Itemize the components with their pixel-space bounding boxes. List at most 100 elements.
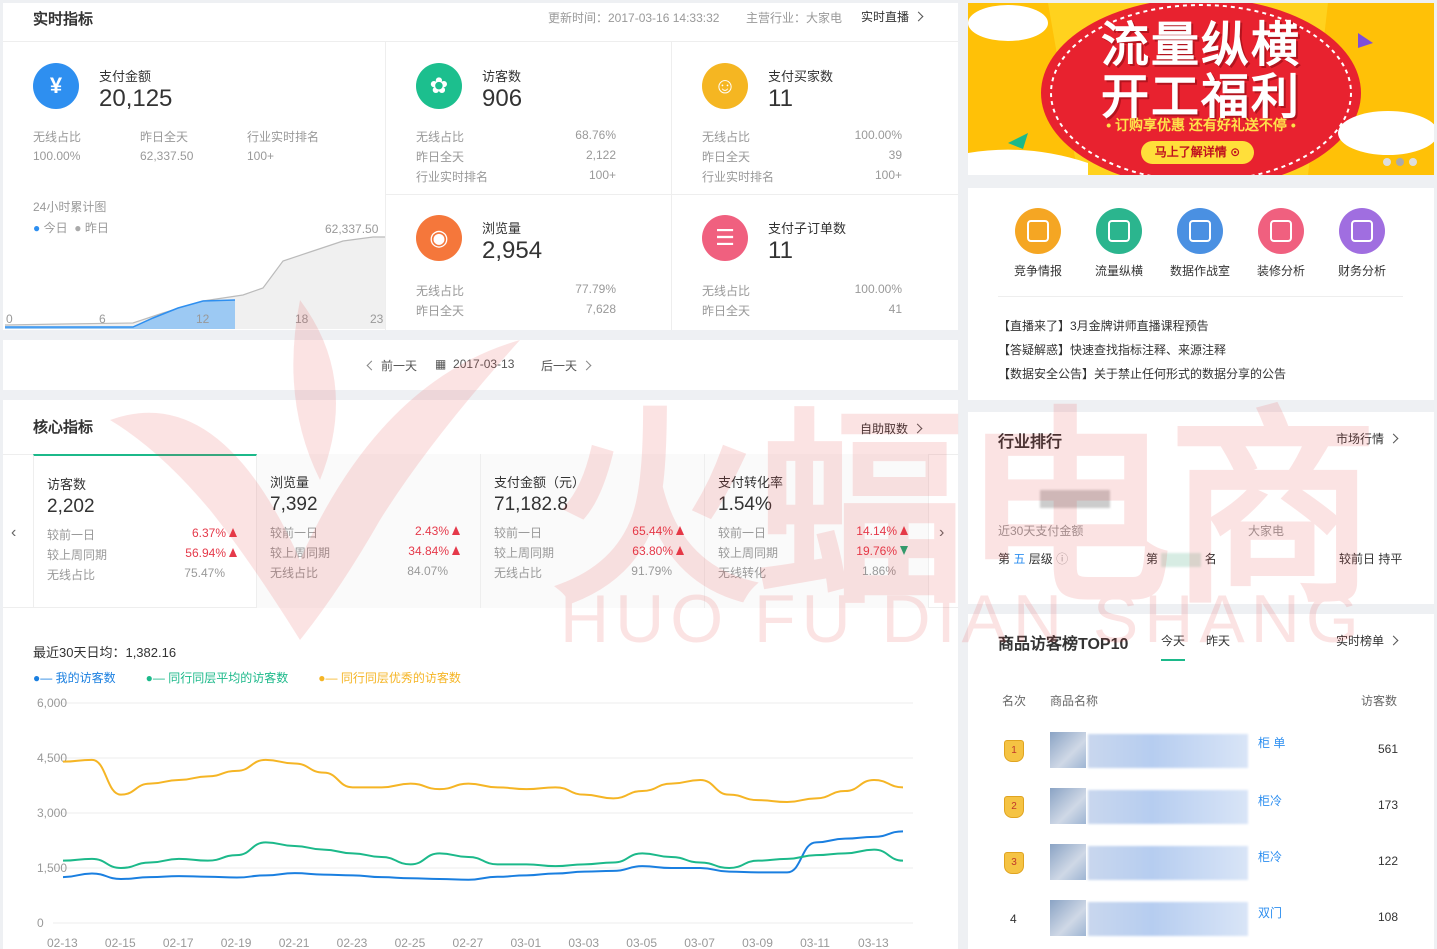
tool-label: 流量纵横 <box>1094 264 1143 278</box>
visitors-r3: 行业实时排名 <box>416 170 489 184</box>
live-link[interactable]: 实时直播 <box>861 8 924 25</box>
tool-label: 竞争情报 <box>1013 264 1062 278</box>
notice-item[interactable]: 【直播来了】3月金牌讲师直播课程预告 <box>998 314 1286 338</box>
buyers-r1: 无线占比 <box>702 130 751 144</box>
chevron-right-icon <box>913 11 924 22</box>
legend-mine[interactable]: ●— 我的访客数 <box>33 669 116 686</box>
chevron-right-icon <box>581 360 592 371</box>
carousel-prev-icon[interactable]: ‹ <box>11 524 16 542</box>
visitors-r1: 无线占比 <box>416 130 465 144</box>
realtime-rank-link[interactable]: 实时榜单 <box>1336 632 1399 649</box>
product-name-tail[interactable]: 双门 <box>1258 904 1282 921</box>
tick-12: 12 <box>196 312 210 326</box>
market-link[interactable]: 市场行情 <box>1336 430 1399 447</box>
notice-item[interactable]: 【数据安全公告】关于禁止任何形式的数据分享的公告 <box>998 362 1286 386</box>
date-picker[interactable]: ▦ 2017-03-13 <box>435 357 514 371</box>
notice-list: 【直播来了】3月金牌讲师直播课程预告 【答疑解惑】快速查找指标注释、来源注释 【… <box>998 314 1286 386</box>
tool-3[interactable]: 装修分析 <box>1250 208 1312 279</box>
arrow-up-icon <box>229 548 237 557</box>
realtime-title: 实时指标 <box>33 11 94 28</box>
pv-label: 浏览量 <box>482 221 522 236</box>
series-line-1 <box>62 841 904 870</box>
notice-item[interactable]: 【答疑解惑】快速查找指标注释、来源注释 <box>998 338 1286 362</box>
tools-panel: 竞争情报 流量纵横 数据作战室 装修分析 财务分析 【直播来了】3月金牌讲师直播课程预告… <box>968 188 1434 400</box>
x-tick-label: 03-13 <box>858 936 889 949</box>
brush-icon <box>1258 208 1304 254</box>
metric-a-label: 较前一日 <box>494 526 543 540</box>
industry-rank-title: 行业排行 <box>998 434 1063 451</box>
buyers-v1: 100.00% <box>854 128 902 142</box>
pv-value: 2,954 <box>482 237 543 264</box>
carousel-next-icon[interactable]: › <box>939 524 944 542</box>
table-row[interactable]: 3 柜冷 122 <box>968 844 1434 892</box>
x-tick-label: 03-07 <box>684 936 715 949</box>
x-tick-label: 02-25 <box>395 936 426 949</box>
clipboard-icon: ☰ <box>702 215 748 261</box>
product-thumb <box>1050 732 1086 768</box>
tool-0[interactable]: 竞争情报 <box>1007 208 1069 279</box>
arrow-up-icon <box>676 546 684 555</box>
visitor-trend-chart: 6,000 4,500 3,000 1,500 002-13 02-15 02-17 02-1… <box>37 696 913 949</box>
y-tick-label: 3,000 <box>37 806 67 820</box>
chart-24h <box>4 236 385 329</box>
metric-label: 支付转化率 <box>718 475 784 490</box>
metric-c-value: 75.47% <box>184 566 225 580</box>
tool-label: 数据作战室 <box>1169 264 1230 278</box>
core-metric-card[interactable]: 支付转化率 1.54% 较前一日 14.14% 较上周同期 19.76% 无线转化 1… <box>705 454 929 608</box>
industry-rank-panel: 行业排行 市场行情 近30天支付金额 大家电 第 五 层级 ⓘ 第 名 较前日 … <box>968 412 1434 604</box>
y-tick-label: 6,000 <box>37 696 67 710</box>
y-tick-label: 1,500 <box>37 861 67 875</box>
next-day-button[interactable]: 后一天 <box>541 357 592 374</box>
metric-label: 浏览量 <box>270 475 310 490</box>
table-row[interactable]: 1 柜 单 561 <box>968 732 1434 780</box>
compare-label: 较前日 持平 <box>1339 552 1403 566</box>
chevron-right-icon <box>1388 433 1399 444</box>
metric-b-value: 19.76% <box>856 544 897 558</box>
product-name-tail[interactable]: 柜 单 <box>1258 734 1285 751</box>
metric-c-label: 无线占比 <box>270 566 319 580</box>
visitors-value: 906 <box>482 85 523 112</box>
arrow-up-icon <box>676 526 684 535</box>
tool-4[interactable]: 财务分析 <box>1331 208 1393 279</box>
prev-day-button[interactable]: 前一天 <box>366 357 417 374</box>
metric-c-label: 无线占比 <box>47 568 96 582</box>
banner-dots[interactable] <box>1383 158 1417 166</box>
rank-label: 第 名 <box>1146 552 1217 567</box>
tool-1[interactable]: 流量纵横 <box>1088 208 1150 279</box>
x-tick-label: 02-15 <box>105 936 136 949</box>
metric-a-value: 6.37% <box>191 526 226 540</box>
table-row[interactable]: 2 柜冷 173 <box>968 788 1434 836</box>
arrow-up-icon <box>452 546 460 555</box>
core-metric-card[interactable]: 浏览量 7,392 较前一日 2.43% 较上周同期 34.84% 无线占比 84.0… <box>257 454 481 608</box>
metric-value: 2,202 <box>47 496 95 517</box>
table-row[interactable]: 4 双门 108 <box>968 900 1434 948</box>
tick-23: 23 <box>370 312 384 326</box>
buyers-r3: 行业实时排名 <box>702 170 775 184</box>
promo-banner[interactable]: 流量纵横 开工福利 • 订购享优惠 还有好礼送不停 • 马上了解详情 ⊙ <box>968 3 1434 175</box>
top10-panel: 商品访客榜TOP10 今天 昨天 实时榜单 名次 商品名称 访客数 1 柜 单 … <box>968 614 1434 949</box>
pay30-label: 近30天支付金额 <box>998 524 1084 538</box>
banner-cta[interactable]: 马上了解详情 ⊙ <box>1141 141 1254 164</box>
legend-best[interactable]: ●— 同行同层优秀的访客数 <box>318 669 461 686</box>
tab-yesterday[interactable]: 昨天 <box>1206 632 1230 649</box>
tool-label: 装修分析 <box>1256 264 1305 278</box>
legend-avg[interactable]: ●— 同行同层平均的访客数 <box>146 669 289 686</box>
tab-today[interactable]: 今天 <box>1161 632 1186 661</box>
x-tick-label: 02-17 <box>163 936 194 949</box>
self-service-link[interactable]: 自助取数 <box>860 420 923 437</box>
product-name-tail[interactable]: 柜冷 <box>1258 792 1282 809</box>
product-uv: 561 <box>1377 742 1398 756</box>
core-metric-card[interactable]: 访客数 2,202 较前一日 6.37% 较上周同期 56.94% 无线占比 75.4… <box>33 454 257 608</box>
update-time: 更新时间：2017-03-16 14:33:32 <box>548 11 720 25</box>
metric-c-value: 91.79% <box>631 564 672 578</box>
core-metric-card[interactable]: 支付金额（元） 71,182.8 较前一日 65.44% 较上周同期 63.80% … <box>481 454 705 608</box>
tool-2[interactable]: 数据作战室 <box>1169 208 1231 279</box>
x-tick-label: 03-01 <box>510 936 541 949</box>
help-icon[interactable]: ⓘ <box>1056 552 1068 566</box>
product-name-tail[interactable]: 柜冷 <box>1258 848 1282 865</box>
pay-rank-label: 行业实时排名 <box>247 130 320 144</box>
medal-icon: 1 <box>1004 740 1024 762</box>
tick-6: 6 <box>99 312 106 326</box>
users-icon: ☺ <box>702 63 748 109</box>
x-tick-label: 03-05 <box>626 936 657 949</box>
